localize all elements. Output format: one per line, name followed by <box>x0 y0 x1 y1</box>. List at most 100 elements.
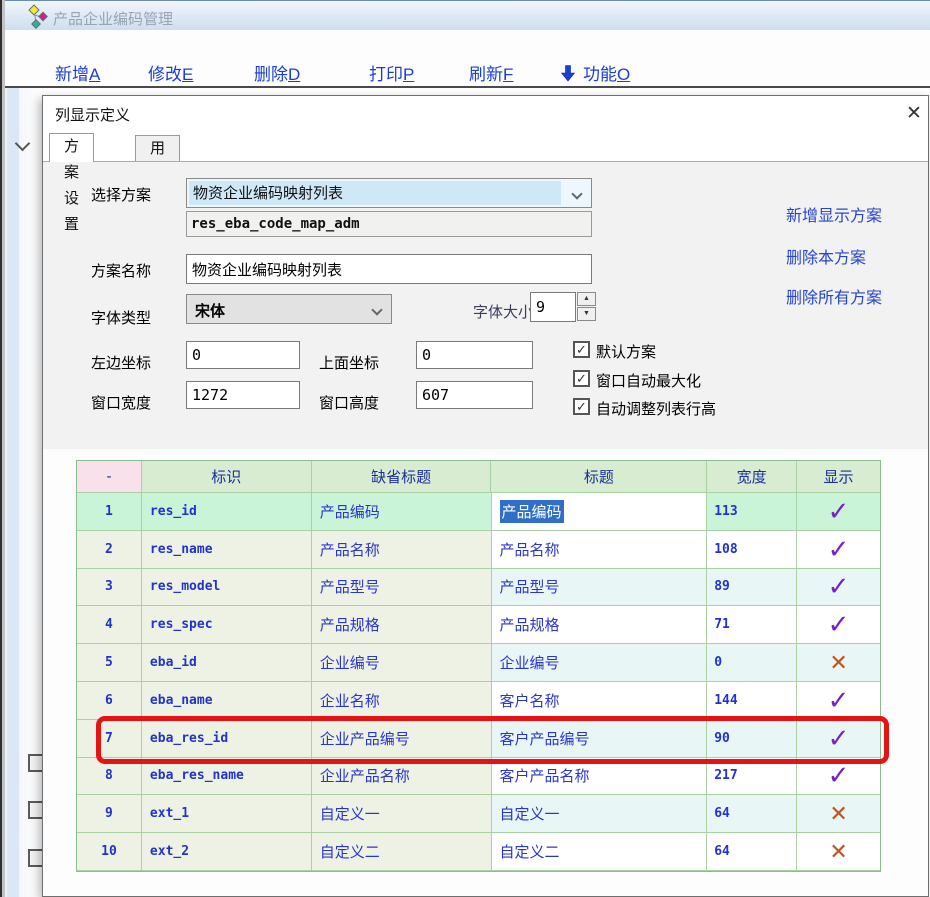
title-cell[interactable]: 产品型号 <box>492 569 708 607</box>
dialog-title: 列显示定义 <box>55 104 130 125</box>
column-identifier[interactable]: ext_2 <box>142 833 312 871</box>
column-identifier[interactable]: res_model <box>142 569 312 607</box>
checkbox-auto-maximize-box[interactable]: ✓ <box>573 370 590 387</box>
row-number: 5 <box>77 644 142 682</box>
check-icon[interactable]: ✓ <box>828 760 850 791</box>
toolbar-item-edit[interactable]: 修改E <box>148 60 193 85</box>
scheme-name-input[interactable] <box>186 254 592 284</box>
default-title-cell[interactable]: 产品名称 <box>312 531 492 569</box>
default-title-cell[interactable]: 产品型号 <box>312 569 492 607</box>
table-row[interactable]: 2res_name产品名称产品名称108✓ <box>77 531 880 569</box>
cross-icon[interactable]: ✕ <box>829 801 847 827</box>
spinner-up-button[interactable]: ▲ <box>577 292 596 306</box>
title-edit-selected-text[interactable]: 产品编码 <box>500 500 564 523</box>
link-add-display-scheme[interactable]: 新增显示方案 <box>786 202 882 226</box>
font-size-input[interactable] <box>530 292 576 322</box>
column-identifier[interactable]: ext_1 <box>142 795 312 833</box>
title-cell[interactable]: 企业编号 <box>492 644 708 682</box>
checkbox-auto-maximize-label: 窗口自动最大化 <box>596 370 701 391</box>
column-identifier[interactable]: res_name <box>142 531 312 569</box>
table-row[interactable]: 4res_spec产品规格产品规格71✓ <box>77 606 880 644</box>
window-title: 产品企业编码管理 <box>53 8 173 29</box>
title-cell[interactable]: 产品名称 <box>492 531 708 569</box>
default-title-cell[interactable]: 产品编码 <box>312 493 492 531</box>
column-identifier[interactable]: res_spec <box>142 606 312 644</box>
top-coord-label: 上面坐标 <box>319 352 379 373</box>
width-cell[interactable]: 89 <box>707 569 797 607</box>
table-row[interactable]: 6eba_name企业名称客户名称144✓ <box>77 682 880 720</box>
row-number: 9 <box>77 795 142 833</box>
toolbar-item-refresh[interactable]: 刷新F <box>469 60 513 85</box>
font-size-stepper: ▲ ▼ <box>577 292 596 322</box>
close-icon[interactable]: ✕ <box>901 101 927 127</box>
width-cell[interactable]: 144 <box>707 682 797 720</box>
width-cell[interactable]: 113 <box>707 493 797 531</box>
title-cell[interactable]: 自定义一 <box>492 795 708 833</box>
table-row[interactable]: 10ext_2自定义二自定义二64✕ <box>77 833 880 871</box>
visible-cell[interactable]: ✓ <box>797 493 880 531</box>
tab-user-binding[interactable]: 用户绑定 <box>135 135 180 161</box>
scheme-code-field: res_eba_code_map_adm <box>186 211 592 237</box>
toolbar: 新增A 修改E 删除D 打印P 刷新F 功能O <box>5 30 930 88</box>
visible-cell[interactable]: ✕ <box>797 795 880 833</box>
width-cell[interactable]: 64 <box>707 833 797 871</box>
spinner-down-button[interactable]: ▼ <box>577 307 596 321</box>
table-row[interactable]: 5eba_id企业编号企业编号0✕ <box>77 644 880 682</box>
visible-cell[interactable]: ✓ <box>797 606 880 644</box>
width-cell[interactable]: 108 <box>707 531 797 569</box>
check-icon[interactable]: ✓ <box>828 609 850 640</box>
chevron-down-icon <box>371 304 382 315</box>
title-cell[interactable]: 产品规格 <box>492 606 708 644</box>
default-title-cell[interactable]: 自定义一 <box>312 795 492 833</box>
checkbox-auto-row-height-box[interactable]: ✓ <box>573 398 590 415</box>
toolbar-item-print[interactable]: 打印P <box>369 60 414 85</box>
visible-cell[interactable]: ✓ <box>797 569 880 607</box>
tab-scheme-settings[interactable]: 方案设置 <box>49 133 94 162</box>
column-identifier[interactable]: eba_id <box>142 644 312 682</box>
check-icon[interactable]: ✓ <box>828 685 850 716</box>
top-coord-input[interactable] <box>416 341 533 369</box>
visible-cell[interactable]: ✕ <box>797 833 880 871</box>
background-left-strip <box>7 88 19 897</box>
checkbox-default-scheme-box[interactable]: ✓ <box>573 341 590 358</box>
visible-cell[interactable]: ✕ <box>797 644 880 682</box>
cross-icon[interactable]: ✕ <box>829 650 847 676</box>
default-title-cell[interactable]: 企业名称 <box>312 682 492 720</box>
default-title-cell[interactable]: 自定义二 <box>312 833 492 871</box>
default-title-cell[interactable]: 企业编号 <box>312 644 492 682</box>
checkbox-default-scheme-label: 默认方案 <box>596 341 656 362</box>
left-coord-input[interactable] <box>186 341 300 369</box>
column-header: 标识 <box>142 461 312 493</box>
title-cell[interactable]: 产品编码 <box>492 493 708 531</box>
link-delete-this-scheme[interactable]: 删除本方案 <box>786 244 866 268</box>
window-height-input[interactable] <box>416 381 533 409</box>
toolbar-item-function[interactable]: 功能O <box>561 60 630 87</box>
toolbar-item-add[interactable]: 新增A <box>55 60 100 85</box>
window-width-input[interactable] <box>186 381 300 409</box>
title-cell[interactable]: 自定义二 <box>492 833 708 871</box>
check-icon[interactable]: ✓ <box>828 534 850 565</box>
width-cell[interactable]: 71 <box>707 606 797 644</box>
link-delete-all-schemes[interactable]: 删除所有方案 <box>786 284 882 308</box>
scheme-select-combobox[interactable]: 物资企业编码映射列表 <box>186 178 592 208</box>
column-identifier[interactable]: eba_name <box>142 682 312 720</box>
visible-cell[interactable]: ✓ <box>797 682 880 720</box>
default-title-cell[interactable]: 产品规格 <box>312 606 492 644</box>
table-row[interactable]: 3res_model产品型号产品型号89✓ <box>77 569 880 607</box>
table-header-row: -标识缺省标题标题宽度显示 <box>77 461 880 493</box>
title-cell[interactable]: 客户名称 <box>492 682 708 720</box>
check-icon[interactable]: ✓ <box>828 496 850 527</box>
visible-cell[interactable]: ✓ <box>797 531 880 569</box>
width-cell[interactable]: 0 <box>707 644 797 682</box>
toolbar-item-delete[interactable]: 删除D <box>254 60 300 85</box>
table-row[interactable]: 9ext_1自定义一自定义一64✕ <box>77 795 880 833</box>
font-type-combobox[interactable]: 宋体 <box>186 294 392 324</box>
check-icon[interactable]: ✓ <box>828 571 850 602</box>
column-display-dialog: 列显示定义 ✕ 方案设置用户绑定 选择方案 物资企业编码映射列表 res_eba… <box>42 95 929 897</box>
window-height-label: 窗口高度 <box>319 392 379 413</box>
chevron-down-icon <box>571 188 582 199</box>
column-identifier[interactable]: res_id <box>142 493 312 531</box>
cross-icon[interactable]: ✕ <box>829 839 847 865</box>
width-cell[interactable]: 64 <box>707 795 797 833</box>
table-row[interactable]: 1res_id产品编码产品编码113✓ <box>77 493 880 531</box>
